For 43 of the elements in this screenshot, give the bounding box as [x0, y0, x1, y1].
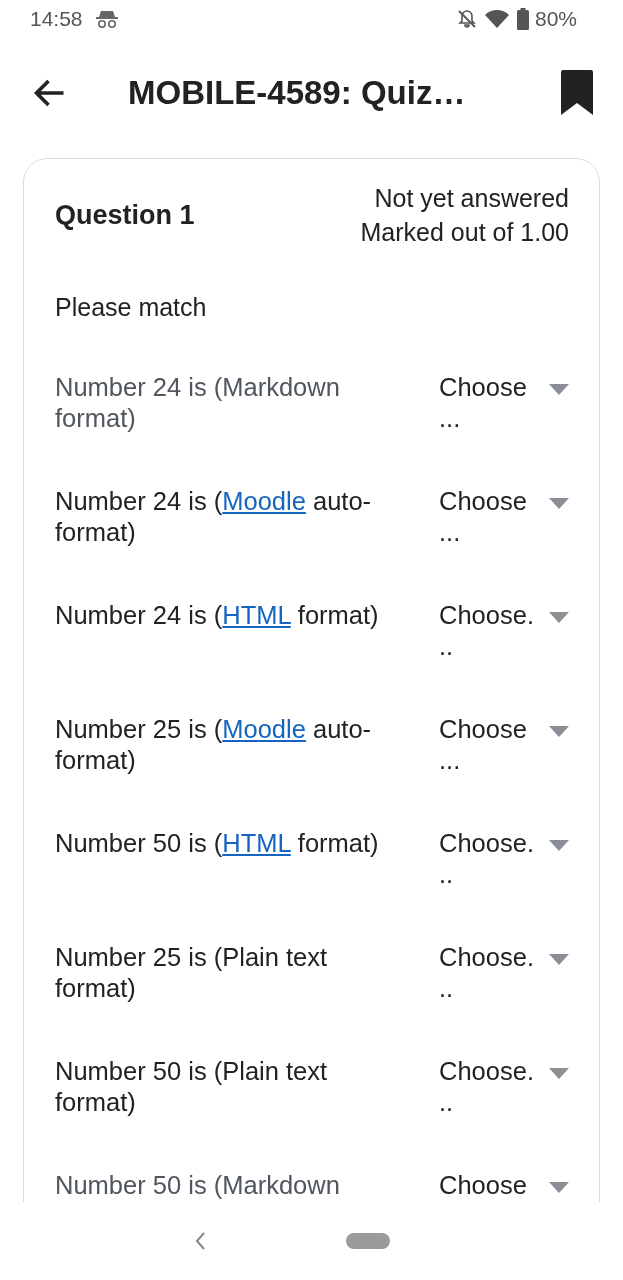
link[interactable]: Moodle — [222, 715, 306, 743]
bookmark-icon — [559, 69, 595, 117]
answer-select[interactable]: Choose... — [390, 1056, 569, 1118]
caret-icon — [549, 498, 569, 510]
link[interactable]: HTML — [222, 829, 291, 857]
home-handle[interactable] — [345, 1233, 390, 1249]
answer-select[interactable]: Choose... — [390, 828, 569, 890]
answer-select[interactable]: Choose — [390, 1170, 569, 1201]
caret-icon — [549, 384, 569, 396]
incognito-icon — [94, 9, 119, 29]
caret-icon — [549, 1068, 569, 1080]
answer-select[interactable]: Choose ... — [390, 372, 569, 434]
question-prompt: Please match — [55, 293, 208, 322]
match-label: Number 24 is (Moodle auto-format) — [55, 486, 373, 548]
back-nav-icon[interactable] — [193, 1231, 206, 1251]
answer-select[interactable]: Choose... — [390, 600, 569, 662]
match-label: Number 25 is (Moodle auto-format) — [55, 714, 373, 776]
caret-icon — [549, 726, 569, 738]
caret-icon — [549, 840, 569, 852]
question-title: Question 1 — [55, 199, 195, 231]
bookmark-button[interactable] — [559, 69, 595, 117]
question-marks: Marked out of 1.00 — [360, 217, 569, 248]
match-label: Number 50 is (HTML format) — [55, 828, 380, 859]
caret-icon — [549, 612, 569, 624]
link[interactable]: Moodle — [222, 487, 306, 515]
status-time: 14:58 — [30, 7, 83, 31]
answer-select[interactable]: Choose ... — [390, 714, 569, 776]
answer-select[interactable]: Choose ... — [390, 486, 569, 548]
match-label: Number 50 is (Plain text format) — [55, 1056, 329, 1118]
match-label: Number 24 is (HTML format) — [55, 600, 380, 631]
match-label: Number 24 is (Markdown format) — [55, 372, 341, 434]
link[interactable]: HTML — [222, 601, 291, 629]
caret-icon — [549, 1182, 569, 1194]
match-label: Number 25 is (Plain text format) — [55, 942, 329, 1004]
bell-off-icon — [456, 9, 477, 29]
match-label: Number 50 is (Markdown — [55, 1170, 341, 1201]
caret-icon — [549, 954, 569, 966]
battery-level: 80% — [534, 7, 577, 31]
battery-icon — [516, 8, 529, 30]
wifi-icon — [484, 9, 509, 29]
page-title: MOBILE-4589: Quiz… — [128, 74, 467, 112]
question-state: Not yet answered — [374, 183, 569, 214]
answer-select[interactable]: Choose... — [390, 942, 569, 1004]
